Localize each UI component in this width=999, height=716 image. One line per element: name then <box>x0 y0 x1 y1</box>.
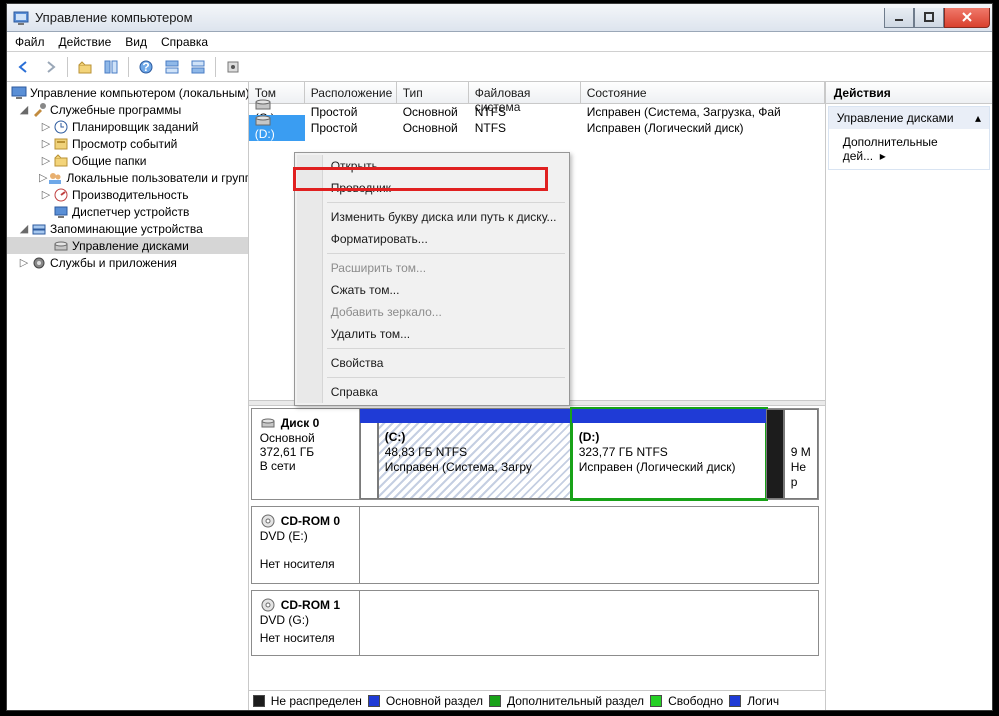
actions-section: Управление дисками ▴ Дополнительные дей.… <box>828 106 990 170</box>
tree-group-storage[interactable]: ◢Запоминающие устройства <box>7 220 248 237</box>
tree-root[interactable]: Управление компьютером (локальным) <box>7 84 248 101</box>
device-manager-icon <box>53 204 69 220</box>
disk-row[interactable]: Диск 0 Основной 372,61 ГБ В сети (C:)48,… <box>251 408 819 500</box>
partition-d[interactable]: (D:)323,77 ГБ NTFSИсправен (Логический д… <box>572 409 766 499</box>
drive-icon <box>255 115 271 127</box>
legend-swatch <box>729 695 741 707</box>
disk-header[interactable]: Диск 0 Основной 372,61 ГБ В сети <box>252 409 360 499</box>
tree-item[interactable]: ▷Планировщик заданий <box>7 118 248 135</box>
cdrom-icon <box>260 513 276 529</box>
shared-folders-icon <box>53 153 69 169</box>
window-title: Управление компьютером <box>35 10 884 25</box>
content-area: Управление компьютером (локальным) ◢Служ… <box>7 82 992 710</box>
menu-file[interactable]: Файл <box>15 35 45 49</box>
storage-icon <box>31 221 47 237</box>
disk-row[interactable]: CD-ROM 0 DVD (E:) Нет носителя <box>251 506 819 584</box>
main-pane: Том Расположение Тип Файловая система Со… <box>249 82 826 710</box>
partition-hidden[interactable] <box>360 409 378 499</box>
volume-list-header: Том Расположение Тип Файловая система Со… <box>249 82 825 104</box>
disk-graphic-panel: Диск 0 Основной 372,61 ГБ В сети (C:)48,… <box>249 406 825 690</box>
legend-swatch <box>253 695 265 707</box>
close-button[interactable] <box>944 8 990 28</box>
partition-small[interactable]: 9 МНе р <box>784 409 818 499</box>
volume-row[interactable]: (C:) Простой Основной NTFS Исправен (Сис… <box>249 104 825 120</box>
computer-icon <box>11 85 27 101</box>
legend-swatch <box>650 695 662 707</box>
volume-list[interactable]: (C:) Простой Основной NTFS Исправен (Сис… <box>249 104 825 400</box>
tree-item[interactable]: ▷Просмотр событий <box>7 135 248 152</box>
actions-pane: Действия Управление дисками ▴ Дополнител… <box>826 82 992 710</box>
toolbar: ? <box>7 52 992 82</box>
tools-icon <box>31 102 47 118</box>
menu-help[interactable]: Справка <box>161 35 208 49</box>
legend-swatch <box>489 695 501 707</box>
help-button[interactable]: ? <box>135 56 157 78</box>
view-top-button[interactable] <box>161 56 183 78</box>
settings-button[interactable] <box>222 56 244 78</box>
cdrom-icon <box>260 597 276 613</box>
window-controls <box>884 8 990 28</box>
column-header[interactable]: Тип <box>397 82 469 103</box>
scheduler-icon <box>53 119 69 135</box>
tree-item[interactable]: ▷Производительность <box>7 186 248 203</box>
show-hide-button[interactable] <box>100 56 122 78</box>
menu-view[interactable]: Вид <box>125 35 147 49</box>
users-icon <box>47 170 63 186</box>
ctx-help[interactable]: Справка <box>297 381 567 403</box>
app-icon <box>13 10 29 26</box>
tree-item[interactable]: ▷Локальные пользователи и группы <box>7 169 248 186</box>
services-icon <box>31 255 47 271</box>
drive-icon <box>255 99 271 111</box>
actions-section-header[interactable]: Управление дисками ▴ <box>829 107 989 129</box>
maximize-button[interactable] <box>914 8 944 28</box>
title-bar: Управление компьютером <box>7 4 992 32</box>
ctx-format[interactable]: Форматировать... <box>297 228 567 250</box>
ctx-delete[interactable]: Удалить том... <box>297 323 567 345</box>
nav-tree[interactable]: Управление компьютером (локальным) ◢Служ… <box>7 82 249 710</box>
legend-swatch <box>368 695 380 707</box>
disk-mgmt-icon <box>53 238 69 254</box>
svg-text:?: ? <box>142 60 149 74</box>
minimize-button[interactable] <box>884 8 914 28</box>
view-bottom-button[interactable] <box>187 56 209 78</box>
menu-bar: Файл Действие Вид Справка <box>7 32 992 52</box>
tree-item-disk-management[interactable]: Управление дисками <box>7 237 248 254</box>
ctx-explorer[interactable]: Проводник <box>297 177 567 199</box>
tree-item[interactable]: Диспетчер устройств <box>7 203 248 220</box>
disk-icon <box>260 415 276 431</box>
menu-action[interactable]: Действие <box>59 35 112 49</box>
ctx-properties[interactable]: Свойства <box>297 352 567 374</box>
up-button[interactable] <box>74 56 96 78</box>
disk-header[interactable]: CD-ROM 1 DVD (G:) Нет носителя <box>252 591 360 655</box>
tree-group-services[interactable]: ▷Службы и приложения <box>7 254 248 271</box>
column-header[interactable]: Файловая система <box>469 82 581 103</box>
actions-header: Действия <box>826 82 992 104</box>
ctx-change-drive-letter[interactable]: Изменить букву диска или путь к диску... <box>297 206 567 228</box>
partition-unallocated[interactable] <box>766 409 784 499</box>
tree-group-utilities[interactable]: ◢Служебные программы <box>7 101 248 118</box>
actions-more-link[interactable]: Дополнительные дей... ▸ <box>829 129 989 169</box>
context-menu: Открыть Проводник Изменить букву диска и… <box>294 152 570 406</box>
performance-icon <box>53 187 69 203</box>
app-window: Управление компьютером Файл Действие Вид… <box>6 3 993 711</box>
back-button[interactable] <box>13 56 35 78</box>
event-viewer-icon <box>53 136 69 152</box>
legend: Не распределен Основной раздел Дополните… <box>249 690 825 710</box>
disk-row[interactable]: CD-ROM 1 DVD (G:) Нет носителя <box>251 590 819 656</box>
tree-item[interactable]: ▷Общие папки <box>7 152 248 169</box>
column-header[interactable]: Расположение <box>305 82 397 103</box>
volume-row-selected[interactable]: (D:) Простой Основной NTFS Исправен (Лог… <box>249 120 825 136</box>
disk-header[interactable]: CD-ROM 0 DVD (E:) Нет носителя <box>252 507 360 583</box>
ctx-open[interactable]: Открыть <box>297 155 567 177</box>
ctx-extend: Расширить том... <box>297 257 567 279</box>
collapse-icon: ▴ <box>975 111 981 125</box>
partition-c[interactable]: (C:)48,83 ГБ NTFSИсправен (Система, Загр… <box>378 409 572 499</box>
ctx-shrink[interactable]: Сжать том... <box>297 279 567 301</box>
column-header[interactable]: Состояние <box>581 82 825 103</box>
forward-button[interactable] <box>39 56 61 78</box>
ctx-add-mirror: Добавить зеркало... <box>297 301 567 323</box>
